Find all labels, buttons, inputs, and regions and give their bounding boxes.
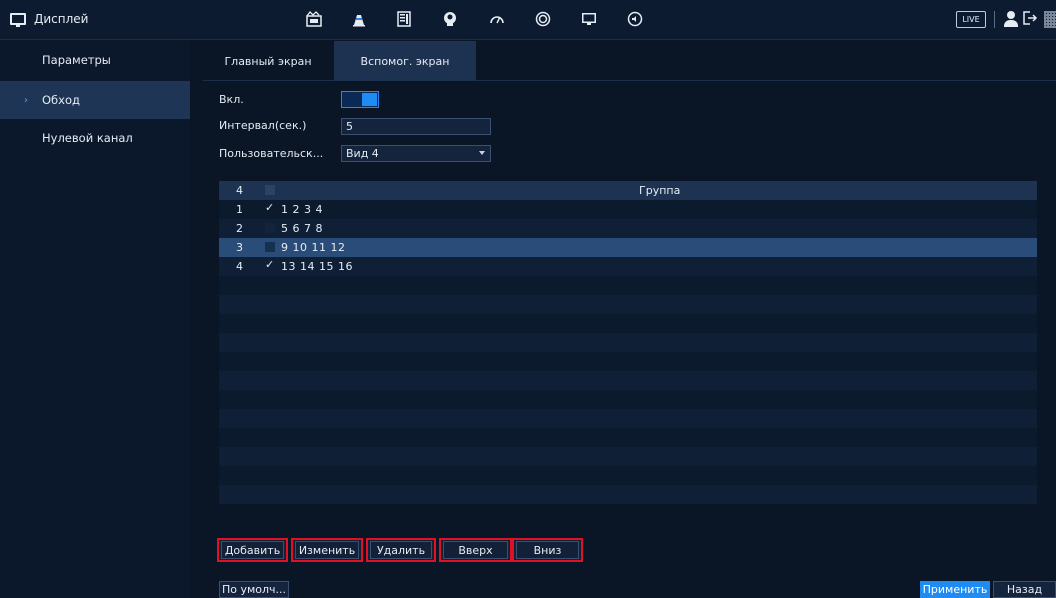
empty-row [219,352,1037,371]
sidebar-item-label: Обход [42,93,80,107]
top-bar: Дисплей LIVE [0,0,1056,40]
empty-row [219,466,1037,485]
sidebar-item-zero-channel[interactable]: Нулевой канал [0,119,190,157]
custom-label: Пользовательск... [219,147,324,160]
empty-row [219,428,1037,447]
chevron-down-icon [479,151,485,155]
gauge-icon[interactable] [488,10,506,28]
empty-row [219,314,1037,333]
row-checkbox[interactable] [265,242,275,252]
cone-icon[interactable] [350,10,368,28]
row-number: 4 [236,260,243,273]
clapper-icon[interactable] [305,10,323,28]
row-number: 2 [236,222,243,235]
row-group-values: 9 10 11 12 [281,241,346,254]
row-group-values: 1 2 3 4 [281,203,323,216]
empty-row [219,276,1037,295]
server-icon[interactable] [395,10,413,28]
interval-field[interactable]: 5 [341,118,491,135]
table-header: 4 Группа [219,181,1037,200]
row-group-values: 5 6 7 8 [281,222,323,235]
empty-row [219,447,1037,466]
custom-select-value: Вид 4 [346,147,379,160]
custom-select[interactable]: Вид 4 [341,145,491,162]
interval-label: Интервал(сек.) [219,119,307,132]
empty-row [219,390,1037,409]
speaker-icon[interactable] [626,10,644,28]
tab-bar: Главный экран Вспомог. экран [203,41,1056,81]
group-table: 4 Группа 1 ✓ 1 2 3 4 2 5 6 7 8 3 9 10 11… [219,181,1037,515]
toggle-knob [362,93,377,106]
monitor-nav-icon[interactable] [580,10,598,28]
apply-button[interactable]: Применить [920,581,990,598]
sidebar: Параметры › Обход Нулевой канал [0,41,190,598]
main-content: Главный экран Вспомог. экран Вкл. Интерв… [203,41,1056,598]
window-title: Дисплей [10,12,89,27]
default-button[interactable]: По умолч... [219,581,289,598]
tab-aux-screen[interactable]: Вспомог. экран [334,41,476,81]
chevron-right-icon: › [24,94,28,106]
header-count: 4 [236,184,243,197]
row-checkbox[interactable]: ✓ [265,258,275,271]
add-button[interactable]: Добавить [217,538,288,562]
table-row[interactable]: 3 9 10 11 12 [219,238,1037,257]
divider [994,11,995,28]
sidebar-item-label: Параметры [42,53,111,67]
delete-button[interactable]: Удалить [366,538,436,562]
empty-row [219,371,1037,390]
enable-label: Вкл. [219,93,244,106]
header-group: Группа [639,184,681,197]
table-row[interactable]: 2 5 6 7 8 [219,219,1037,238]
back-button[interactable]: Назад [993,581,1056,598]
monitor-icon [10,13,26,27]
logout-icon[interactable] [1022,10,1038,30]
row-group-values: 13 14 15 16 [281,260,353,273]
row-number: 3 [236,241,243,254]
record-icon[interactable] [534,10,552,28]
empty-row [219,485,1037,504]
edit-button[interactable]: Изменить [291,538,363,562]
sidebar-item-parameters[interactable]: Параметры [0,41,190,79]
move-up-button[interactable]: Вверх [439,538,512,562]
table-row[interactable]: 4 ✓ 13 14 15 16 [219,257,1037,276]
table-row[interactable]: 1 ✓ 1 2 3 4 [219,200,1037,219]
row-number: 1 [236,203,243,216]
row-checkbox[interactable] [265,223,275,233]
sidebar-item-label: Нулевой канал [42,131,133,145]
empty-row [219,333,1037,352]
enable-toggle[interactable] [341,91,379,108]
row-checkbox[interactable]: ✓ [265,201,275,214]
head-icon[interactable] [441,10,459,28]
move-down-button[interactable]: Вниз [512,538,583,562]
select-all-checkbox[interactable] [265,185,275,195]
qr-icon[interactable] [1044,11,1056,28]
check-icon: ✓ [265,201,275,214]
live-button[interactable]: LIVE [956,11,986,28]
tab-main-screen[interactable]: Главный экран [203,41,333,81]
sidebar-item-tour[interactable]: › Обход [0,81,190,119]
check-icon: ✓ [265,258,275,271]
window-title-text: Дисплей [34,12,89,26]
empty-row [219,295,1037,314]
user-icon[interactable] [1004,10,1018,28]
empty-row [219,409,1037,428]
